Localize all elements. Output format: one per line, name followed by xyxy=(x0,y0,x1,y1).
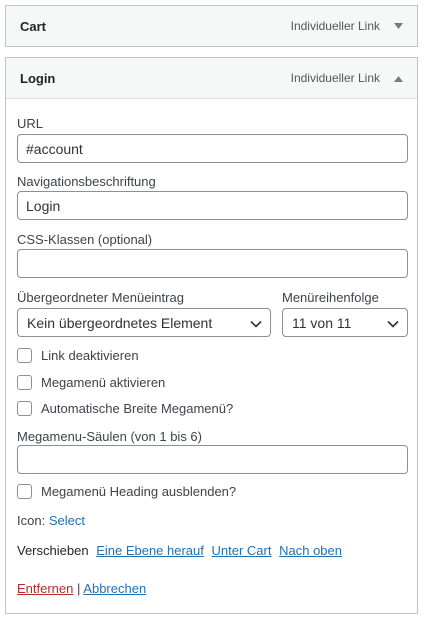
chevron-down-icon xyxy=(387,315,399,331)
menu-item-type: Individueller Link xyxy=(290,19,380,33)
move-to-top-link[interactable]: Nach oben xyxy=(279,543,342,558)
triangle-down-icon[interactable] xyxy=(392,20,404,32)
megamenu-enable-checkbox[interactable] xyxy=(17,375,32,390)
css-classes-input[interactable] xyxy=(17,249,408,278)
checkbox-row-heading-hide[interactable]: Megamenü Heading ausblenden? xyxy=(17,484,236,499)
menu-item-settings: URL Navigationsbeschriftung CSS-Klassen … xyxy=(6,99,417,613)
order-label: Menüreihenfolge xyxy=(282,290,379,305)
mega-columns-label: Megamenu-Säulen (von 1 bis 6) xyxy=(17,429,202,444)
checkbox-label: Automatische Breite Megamenü? xyxy=(41,401,234,416)
megamenu-auto-width-checkbox[interactable] xyxy=(17,401,32,416)
parent-label: Übergeordneter Menüeintrag xyxy=(17,290,184,305)
nav-label-label: Navigationsbeschriftung xyxy=(17,174,156,189)
parent-select[interactable]: Kein übergeordnetes Element xyxy=(17,308,271,337)
icon-row: Icon: Select xyxy=(17,513,85,528)
menu-item-controls: Individueller Link xyxy=(291,71,404,85)
cancel-link[interactable]: Abbrechen xyxy=(83,581,146,596)
menu-item-bar-cart[interactable]: Cart Individueller Link xyxy=(6,6,417,46)
checkbox-row-megamenu-auto-width[interactable]: Automatische Breite Megamenü? xyxy=(17,401,233,416)
url-label: URL xyxy=(17,116,44,131)
triangle-up-icon[interactable] xyxy=(392,72,404,84)
move-under-cart-link[interactable]: Unter Cart xyxy=(212,543,272,558)
actions-row: Entfernen | Abbrechen xyxy=(17,581,146,596)
icon-select-link[interactable]: Select xyxy=(49,513,85,528)
nav-label-input[interactable] xyxy=(17,191,408,220)
order-select[interactable]: 11 von 11 xyxy=(282,308,408,337)
css-classes-label: CSS-Klassen (optional) xyxy=(17,232,153,247)
url-input[interactable] xyxy=(17,134,408,163)
icon-label: Icon: xyxy=(17,513,46,528)
order-select-value: 11 von 11 xyxy=(292,314,352,331)
move-row: Verschieben Eine Ebene herauf Unter Cart… xyxy=(17,543,342,558)
menu-item-type: Individueller Link xyxy=(290,71,380,85)
checkbox-label: Megamenü aktivieren xyxy=(41,375,166,390)
action-separator: | xyxy=(77,581,81,596)
link-disable-checkbox[interactable] xyxy=(17,348,32,363)
checkbox-row-link-disable[interactable]: Link deaktivieren xyxy=(17,348,139,363)
mega-columns-input[interactable] xyxy=(17,445,408,474)
menu-item-cart: Cart Individueller Link xyxy=(5,5,418,47)
parent-select-value: Kein übergeordnetes Element xyxy=(27,314,213,331)
heading-hide-checkbox[interactable] xyxy=(17,484,32,499)
menu-item-title: Cart xyxy=(20,18,47,34)
menu-item-bar-login[interactable]: Login Individueller Link xyxy=(6,58,417,99)
chevron-down-icon xyxy=(250,315,262,331)
checkbox-label: Link deaktivieren xyxy=(41,348,139,363)
checkbox-label: Megamenü Heading ausblenden? xyxy=(41,484,237,499)
checkbox-row-megamenu-enable[interactable]: Megamenü aktivieren xyxy=(17,375,165,390)
menu-item-title: Login xyxy=(20,70,56,86)
menu-item-controls: Individueller Link xyxy=(291,19,404,33)
move-label: Verschieben xyxy=(17,543,89,558)
menu-item-login: Login Individueller Link URL Navigations… xyxy=(5,57,418,614)
remove-link[interactable]: Entfernen xyxy=(17,581,73,596)
move-up-one-level-link[interactable]: Eine Ebene herauf xyxy=(96,543,204,558)
